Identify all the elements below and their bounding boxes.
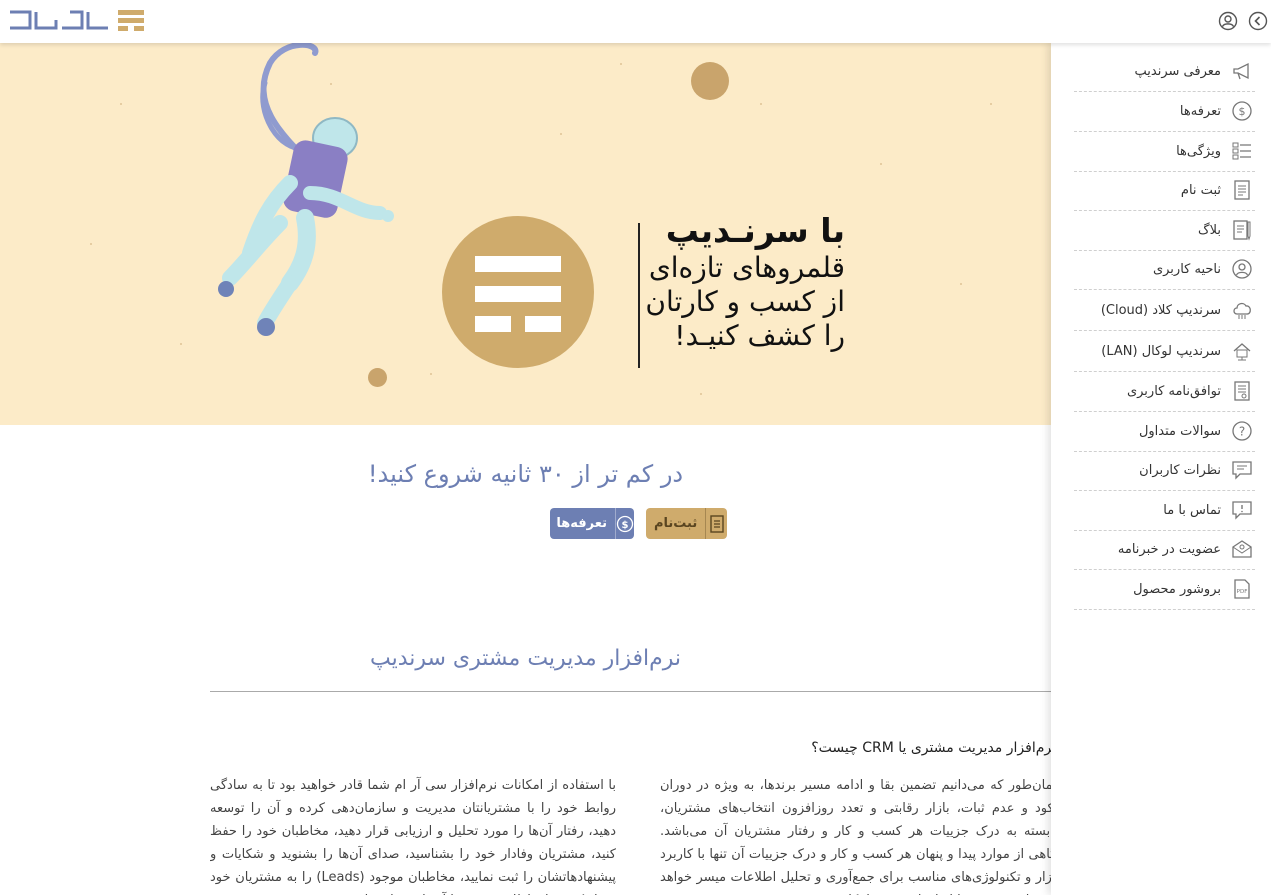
planet-large (691, 62, 729, 100)
top-bar (0, 0, 1271, 43)
hero-divider (638, 223, 640, 368)
sidebar-item-label: تعرفه‌ها (1179, 103, 1221, 119)
newsletter-icon (1229, 536, 1255, 562)
astronaut-illustration (218, 43, 394, 336)
sidebar-item-newsletter[interactable]: عضویت در خبرنامه (1074, 530, 1255, 570)
sidebar-item-label: نظرات کاربران (1139, 462, 1221, 478)
sidebar-item-label: معرفی سرندیپ (1134, 63, 1221, 79)
pdf-icon: PDF (1229, 576, 1255, 602)
crm-section-title: نرم‌افزار مدیریت مشتری سرندیپ (369, 646, 682, 671)
user-icon (1229, 256, 1255, 282)
sidebar-item-local-network[interactable]: سرندیپ لوکال (LAN) (1074, 332, 1255, 372)
signup-button[interactable]: ثبت‌نام (646, 508, 727, 539)
brand-emblem (442, 216, 594, 368)
section-divider (210, 691, 1051, 692)
sidebar-item-label: توافق‌نامه کاربری (1126, 383, 1221, 399)
svg-text:?: ? (1239, 425, 1245, 439)
local-network-icon (1229, 338, 1255, 364)
sidebar-item-label: بروشور محصول (1133, 581, 1221, 597)
pricing-label: تعرفه‌ها (556, 516, 607, 531)
sidebar-item-pdf[interactable]: PDF بروشور محصول (1074, 570, 1255, 610)
sidebar-item-label: سوالات متداول (1138, 423, 1221, 439)
planet-small (368, 368, 387, 387)
sidebar-item-megaphone[interactable]: معرفی سرندیپ (1074, 52, 1255, 92)
sidebar-item-label: بلاگ (1197, 222, 1221, 238)
sidebar-item-label: ویژگی‌ها (1176, 143, 1221, 159)
hero-line-2: از کسب و کارتان (645, 285, 845, 318)
user-account-icon[interactable] (1218, 11, 1238, 31)
cloud-icon (1229, 297, 1255, 323)
hero-line-1: قلمروهای تازه‌ای (648, 251, 845, 284)
sidebar-item-dollar[interactable]: $ تعرفه‌ها (1074, 92, 1255, 132)
sidebar-item-label: ناحیه کاربری (1152, 261, 1221, 277)
sidebar-item-features-list[interactable]: ویژگی‌ها (1074, 132, 1255, 172)
hero-text: با سرنـدیپ قلمروهای تازه‌ای از کسب و کار… (645, 211, 845, 353)
start-title: در کم تر از ۳۰ ثانیه شروع کنید! (367, 460, 684, 488)
comments-icon (1229, 457, 1255, 483)
sidebar-item-question[interactable]: ? سوالات متداول (1074, 412, 1255, 452)
sidebar-item-document[interactable]: ثبت نام (1074, 171, 1255, 211)
sidebar-item-label: سرندیپ لوکال (LAN) (1101, 343, 1221, 359)
question-icon: ? (1229, 418, 1255, 444)
blog-icon (1229, 217, 1255, 243)
hero-title: با سرنـدیپ (665, 211, 845, 250)
document-icon (705, 508, 727, 539)
features-list-icon (1229, 138, 1255, 164)
side-menu: معرفی سرندیپ $ تعرفه‌ها ویژگی‌ها ثبت نام بلاگ… (1051, 43, 1271, 895)
crm-paragraph-left: با استفاده از امکانات نرم‌افزار سی آر ام… (210, 778, 616, 895)
svg-text:PDF: PDF (1237, 589, 1248, 595)
sidebar-item-cloud[interactable]: سرندیپ کلاد (Cloud) (1074, 291, 1255, 331)
contact-icon (1229, 497, 1255, 523)
sidebar-item-comments[interactable]: نظرات کاربران (1074, 451, 1255, 491)
sidebar-item-label: ثبت نام (1180, 182, 1221, 198)
sidebar-item-label: عضویت در خبرنامه (1117, 541, 1221, 557)
agreement-icon (1229, 378, 1255, 404)
sidebar-item-user[interactable]: ناحیه کاربری (1074, 250, 1255, 290)
menu-toggle-icon[interactable] (1248, 11, 1268, 31)
hero-banner: با سرنـدیپ قلمروهای تازه‌ای از کسب و کار… (0, 43, 1051, 425)
hero-line-3: را کشف کنیـد! (674, 319, 845, 352)
pricing-button[interactable]: $ تعرفه‌ها (550, 508, 634, 539)
logo[interactable] (8, 8, 146, 33)
megaphone-icon (1229, 58, 1255, 84)
sidebar-item-label: تماس با ما (1163, 502, 1221, 518)
svg-text:$: $ (1239, 105, 1246, 118)
crm-heading: نرم‌افزار مدیریت مشتری یا CRM چیست؟ (811, 740, 1056, 756)
crm-paragraph-right: همان‌طور که می‌دانیم تضمین بقا و ادامه م… (660, 778, 1060, 895)
dollar-icon: $ (615, 508, 634, 539)
signup-label: ثبت‌نام (654, 516, 698, 531)
dollar-icon: $ (1229, 98, 1255, 124)
sidebar-item-blog[interactable]: بلاگ (1074, 211, 1255, 251)
sidebar-item-contact[interactable]: تماس با ما (1074, 491, 1255, 531)
sidebar-item-agreement[interactable]: توافق‌نامه کاربری (1074, 372, 1255, 412)
svg-text:$: $ (622, 520, 629, 531)
document-icon (1229, 177, 1255, 203)
sidebar-item-label: سرندیپ کلاد (Cloud) (1100, 302, 1221, 318)
